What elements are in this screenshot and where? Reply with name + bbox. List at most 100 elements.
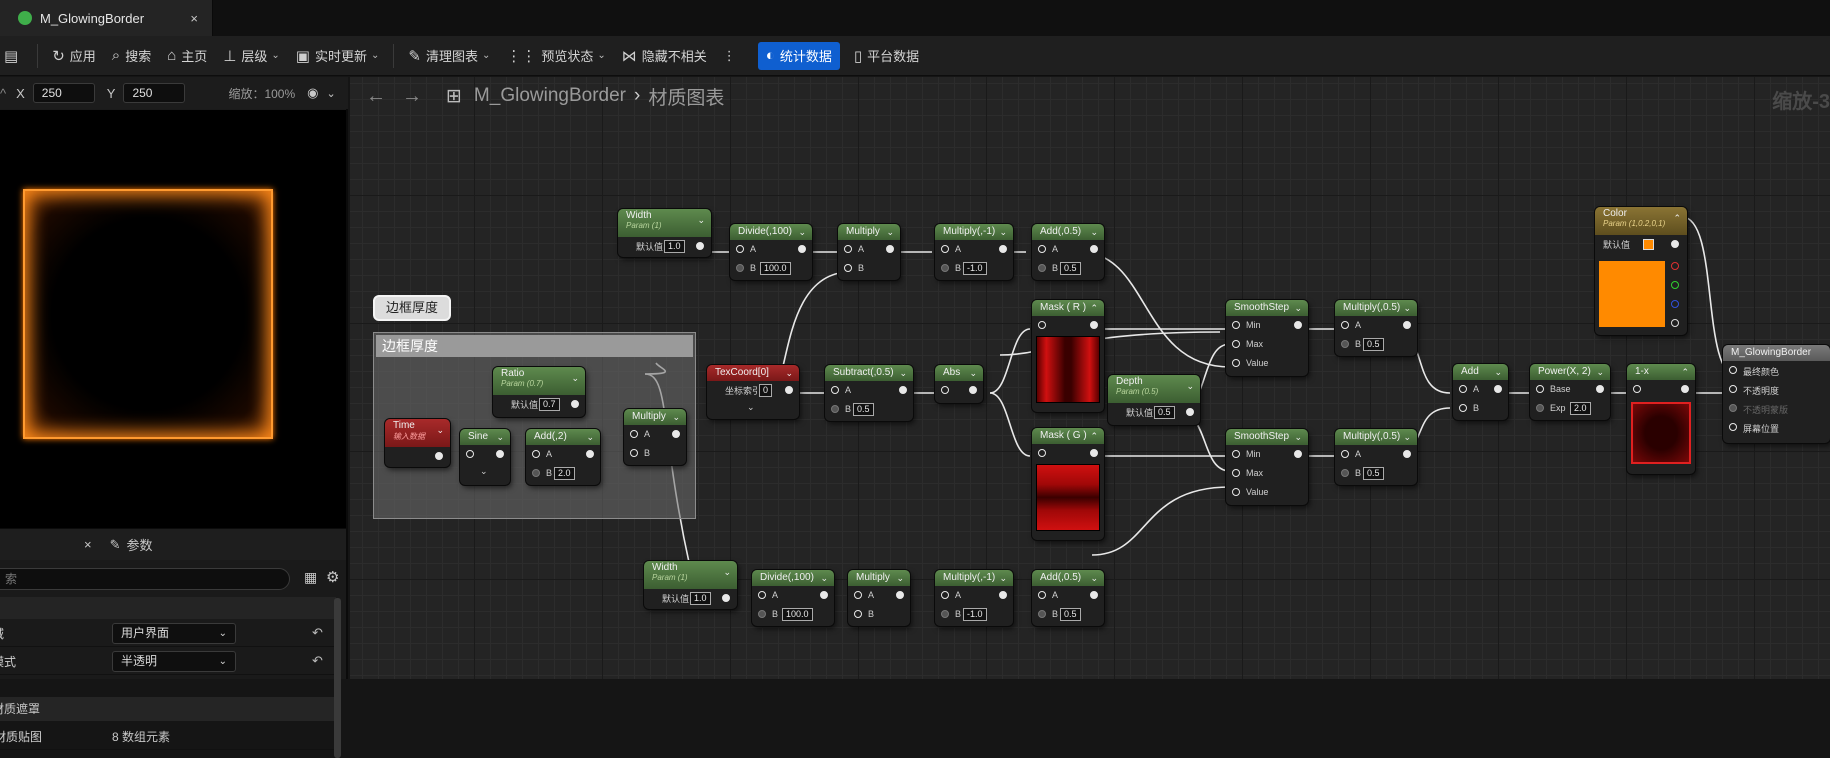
input-pin-b[interactable] bbox=[1459, 404, 1467, 412]
gear-icon[interactable]: ⚙ bbox=[326, 568, 339, 586]
node-multiply-neg-top[interactable]: Multiply(,-1) ⌄ A B -1.0 bbox=[935, 224, 1013, 280]
close-icon[interactable]: × bbox=[190, 11, 198, 26]
back-arrow-icon[interactable]: ← bbox=[366, 85, 386, 108]
chevron-left-icon[interactable]: ^ bbox=[0, 86, 6, 101]
node-color-param[interactable]: Color Param (1,0.2,0,1) ⌃ 默认值 bbox=[1595, 207, 1687, 335]
output-pin-rgb[interactable] bbox=[1671, 240, 1679, 248]
hide-unrelated-button[interactable]: ⋈ 隐藏不相关 bbox=[614, 42, 715, 70]
output-pin[interactable] bbox=[899, 386, 907, 394]
apply-button[interactable]: ↻ 应用 bbox=[44, 42, 104, 70]
search-button[interactable]: ⌕ 搜索 bbox=[104, 42, 159, 70]
output-pin[interactable] bbox=[896, 591, 904, 599]
input-pin-min[interactable] bbox=[1232, 321, 1240, 329]
node-width-bottom[interactable]: Width Param (1) ⌄ 默认值 1.0 bbox=[644, 561, 737, 609]
asset-tab[interactable]: M_GlowingBorder × bbox=[0, 0, 213, 36]
save-button[interactable]: ▤ bbox=[0, 42, 31, 70]
output-pin[interactable] bbox=[1494, 385, 1502, 393]
node-multiply-neg-bottom[interactable]: Multiply(,-1) ⌄ A B -1.0 bbox=[935, 570, 1013, 626]
node-depth[interactable]: Depth Param (0.5) ⌄ 默认值 0.5 bbox=[1108, 375, 1200, 425]
output-pin[interactable] bbox=[969, 386, 977, 394]
coord-index-value[interactable]: 0 bbox=[759, 384, 773, 397]
node-multiply-half-bottom[interactable]: Multiply(,0.5) ⌄ A B 0.5 bbox=[1335, 429, 1417, 485]
node-mask-g[interactable]: Mask ( G ) ⌃ bbox=[1032, 428, 1104, 540]
chevron-down-icon[interactable]: ⌄ bbox=[747, 402, 755, 413]
output-pin-b[interactable] bbox=[1671, 300, 1679, 308]
input-pin-b[interactable] bbox=[758, 610, 766, 618]
input-pin-a[interactable] bbox=[1459, 385, 1467, 393]
node-add-final[interactable]: Add ⌄ A B bbox=[1453, 364, 1508, 420]
pin-value[interactable]: -1.0 bbox=[963, 608, 987, 621]
input-pin-base[interactable] bbox=[1536, 385, 1544, 393]
details-search-input[interactable]: 索 bbox=[0, 568, 290, 590]
node-multiply-top[interactable]: Multiply ⌄ A B bbox=[838, 224, 900, 280]
output-pin[interactable] bbox=[999, 245, 1007, 253]
input-pin-a[interactable] bbox=[1038, 245, 1046, 253]
output-pin[interactable] bbox=[1186, 408, 1194, 416]
chevron-down-icon[interactable]: ⌄ bbox=[480, 466, 488, 477]
pin-value[interactable]: 0.5 bbox=[1060, 608, 1081, 621]
input-pin-b[interactable] bbox=[736, 264, 744, 272]
input-pin[interactable] bbox=[941, 386, 949, 394]
node-smoothstep-bottom[interactable]: SmoothStep ⌄ Min Max Value bbox=[1226, 429, 1308, 505]
output-pin[interactable] bbox=[820, 591, 828, 599]
pin-value[interactable]: 100.0 bbox=[760, 262, 791, 275]
input-pin-a[interactable] bbox=[630, 430, 638, 438]
input-pin-a[interactable] bbox=[1038, 591, 1046, 599]
input-pin-exp[interactable] bbox=[1536, 404, 1544, 412]
output-pin[interactable] bbox=[1294, 450, 1302, 458]
node-add-top[interactable]: Add(,0.5) ⌄ A B 0.5 bbox=[1032, 224, 1104, 280]
input-pin-opacity[interactable] bbox=[1729, 385, 1737, 393]
node-abs[interactable]: Abs ⌄ bbox=[935, 365, 983, 403]
forward-arrow-icon[interactable]: → bbox=[402, 85, 422, 108]
eye-icon[interactable]: ◉ bbox=[307, 85, 318, 101]
input-pin-final-color[interactable] bbox=[1729, 366, 1737, 374]
hierarchy-button[interactable]: ⊥ 层级 ⌄ bbox=[215, 42, 287, 70]
input-pin-a[interactable] bbox=[1341, 321, 1349, 329]
pin-value[interactable]: 0.5 bbox=[1060, 262, 1081, 275]
pin-value[interactable]: 2.0 bbox=[554, 467, 575, 480]
param-value[interactable]: 0.7 bbox=[539, 398, 560, 411]
breadcrumb-child[interactable]: 材质图表 bbox=[648, 83, 724, 110]
input-pin-b[interactable] bbox=[1341, 469, 1349, 477]
input-pin[interactable] bbox=[1038, 321, 1046, 329]
input-pin-max[interactable] bbox=[1232, 340, 1240, 348]
output-pin[interactable] bbox=[1090, 321, 1098, 329]
node-multiply-half-top[interactable]: Multiply(,0.5) ⌄ A B 0.5 bbox=[1335, 300, 1417, 356]
output-pin[interactable] bbox=[1090, 245, 1098, 253]
node-divide-bottom[interactable]: Divide(,100) ⌄ A B 100.0 bbox=[752, 570, 834, 626]
node-texcoord[interactable]: TexCoord[0] ⌄ 坐标索引 0 ⌄ bbox=[707, 365, 799, 419]
node-sine[interactable]: Sine ⌄ ⌄ bbox=[460, 429, 510, 485]
pin-value[interactable]: 2.0 bbox=[1570, 402, 1591, 415]
node-time[interactable]: Time 输入数据 ⌄ bbox=[385, 419, 450, 467]
output-pin[interactable] bbox=[886, 245, 894, 253]
input-pin-a[interactable] bbox=[758, 591, 766, 599]
parameters-tab[interactable]: 参数 bbox=[127, 535, 153, 554]
input-pin-b[interactable] bbox=[844, 264, 852, 272]
pin-value[interactable]: -1.0 bbox=[963, 262, 987, 275]
domain-select[interactable]: 用户界面 ⌄ bbox=[112, 622, 236, 644]
input-pin-a[interactable] bbox=[844, 245, 852, 253]
input-pin-max[interactable] bbox=[1232, 469, 1240, 477]
param-value[interactable]: 0.5 bbox=[1154, 406, 1175, 419]
output-pin-a[interactable] bbox=[1671, 319, 1679, 327]
node-divide-top[interactable]: Divide(,100) ⌄ A B 100.0 bbox=[730, 224, 812, 280]
input-pin-a[interactable] bbox=[854, 591, 862, 599]
output-pin[interactable] bbox=[672, 430, 680, 438]
reset-icon[interactable]: ↶ bbox=[312, 653, 323, 669]
preview-state-button[interactable]: ⋮⋮ 预览状态 ⌄ bbox=[498, 42, 613, 70]
input-pin-a[interactable] bbox=[532, 450, 540, 458]
output-pin[interactable] bbox=[798, 245, 806, 253]
output-pin[interactable] bbox=[571, 400, 579, 408]
input-pin[interactable] bbox=[1038, 449, 1046, 457]
input-pin-b[interactable] bbox=[1341, 340, 1349, 348]
input-pin-b[interactable] bbox=[941, 264, 949, 272]
param-value[interactable]: 1.0 bbox=[664, 240, 685, 253]
node-power[interactable]: Power(X, 2) ⌄ Base Exp 2.0 bbox=[1530, 364, 1610, 420]
pin-value[interactable]: 0.5 bbox=[1363, 338, 1384, 351]
output-pin[interactable] bbox=[586, 450, 594, 458]
param-value[interactable]: 1.0 bbox=[690, 592, 711, 605]
input-pin-b[interactable] bbox=[630, 449, 638, 457]
output-pin[interactable] bbox=[1596, 385, 1604, 393]
input-pin-b[interactable] bbox=[854, 610, 862, 618]
input-pin-opacity-mask[interactable] bbox=[1729, 404, 1737, 412]
